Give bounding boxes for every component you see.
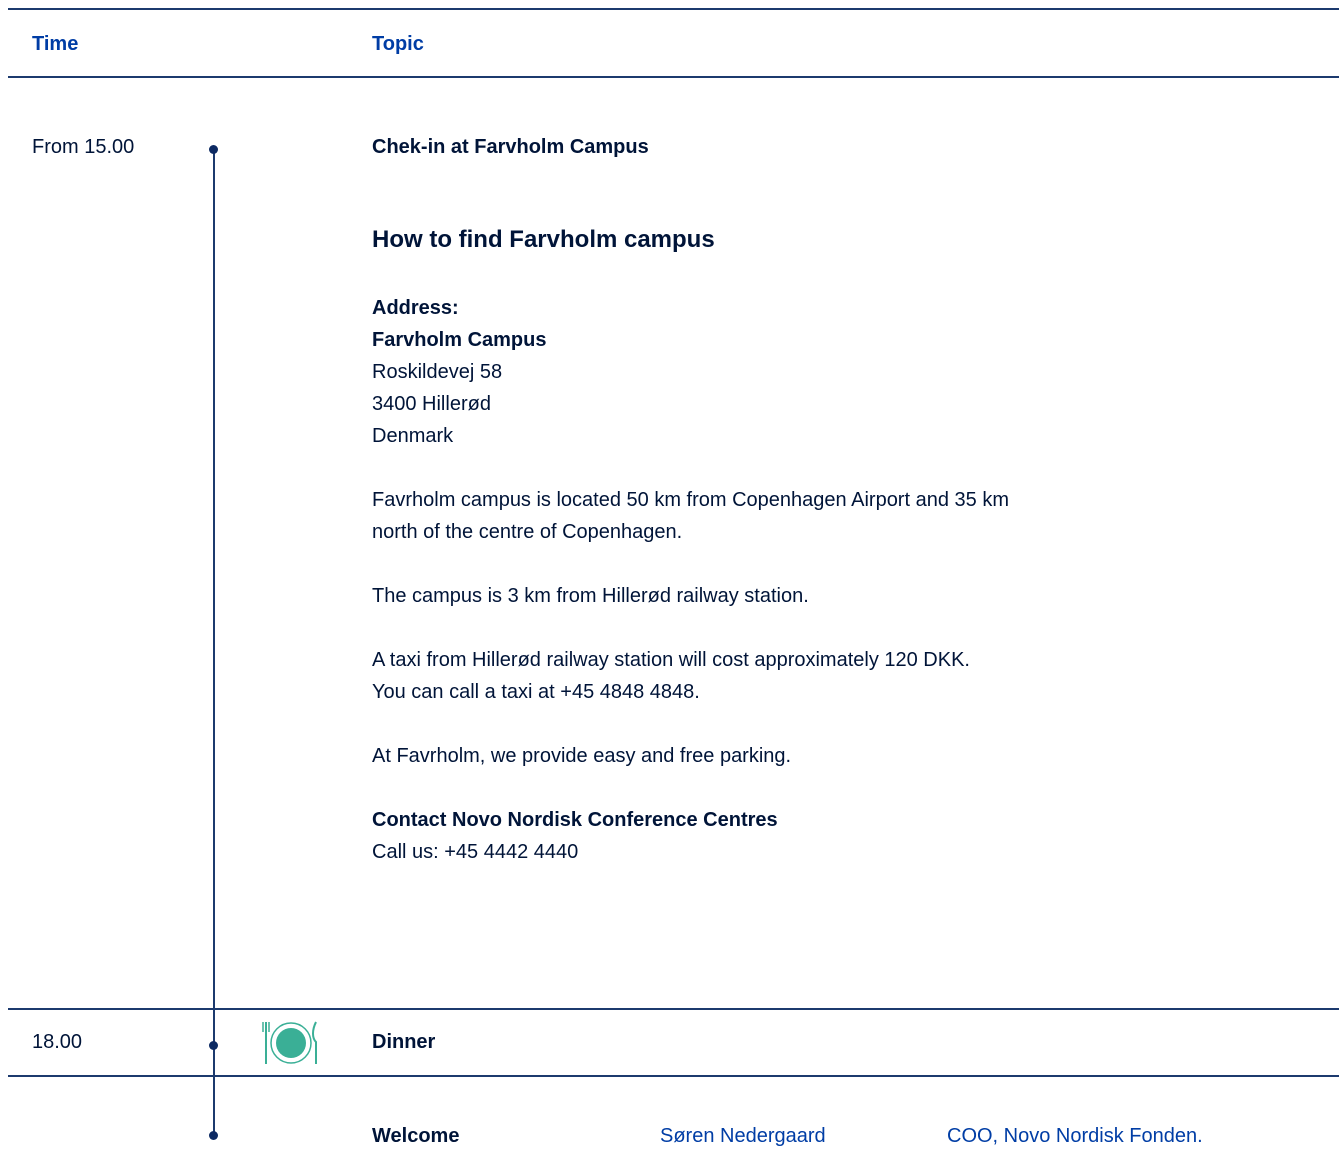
address-street: Roskildevej 58 bbox=[372, 361, 503, 383]
timeline-line bbox=[213, 149, 215, 1137]
timeline-dot-dinner bbox=[209, 1041, 218, 1050]
checkin-time: From 15.00 bbox=[32, 136, 135, 158]
distance-text-line1: Favrholm campus is located 50 km from Co… bbox=[372, 489, 1009, 511]
taxi-text-line2: You can call a taxi at +45 4848 4848. bbox=[372, 681, 700, 703]
railway-text: The campus is 3 km from Hillerød railway… bbox=[372, 585, 809, 607]
checkin-topic: Chek-in at Farvholm Campus bbox=[372, 136, 649, 158]
parking-text: At Favrholm, we provide easy and free pa… bbox=[372, 745, 792, 767]
speaker-name: Søren Nedergaard bbox=[660, 1125, 826, 1147]
distance-text-line2: north of the centre of Copenhagen. bbox=[372, 521, 683, 543]
address-city: 3400 Hillerød bbox=[372, 393, 491, 415]
dinner-top-rule bbox=[8, 1008, 1339, 1010]
taxi-text-line1: A taxi from Hillerød railway station wil… bbox=[372, 649, 970, 671]
column-header-topic: Topic bbox=[372, 33, 424, 55]
header-top-rule bbox=[8, 8, 1339, 10]
address-country: Denmark bbox=[372, 425, 454, 447]
address-label: Address: bbox=[372, 297, 459, 319]
dinner-plate-icon bbox=[262, 1021, 317, 1064]
timeline-dot-checkin bbox=[209, 145, 218, 154]
welcome-topic: Welcome bbox=[372, 1125, 460, 1147]
contact-phone: Call us: +45 4442 4440 bbox=[372, 841, 579, 863]
header-bottom-rule bbox=[8, 76, 1339, 78]
dinner-topic: Dinner bbox=[372, 1031, 436, 1053]
directions-heading: How to find Farvholm campus bbox=[372, 226, 715, 253]
directions-block: Address: Farvholm Campus Roskildevej 58 … bbox=[372, 292, 1132, 868]
dinner-bottom-rule bbox=[8, 1075, 1339, 1077]
speaker-role: COO, Novo Nordisk Fonden. bbox=[947, 1125, 1203, 1147]
timeline-dot-welcome bbox=[209, 1131, 218, 1140]
contact-title: Contact Novo Nordisk Conference Centres bbox=[372, 809, 778, 831]
address-name: Farvholm Campus bbox=[372, 329, 547, 351]
dinner-time: 18.00 bbox=[32, 1031, 83, 1053]
column-header-time: Time bbox=[32, 33, 79, 55]
